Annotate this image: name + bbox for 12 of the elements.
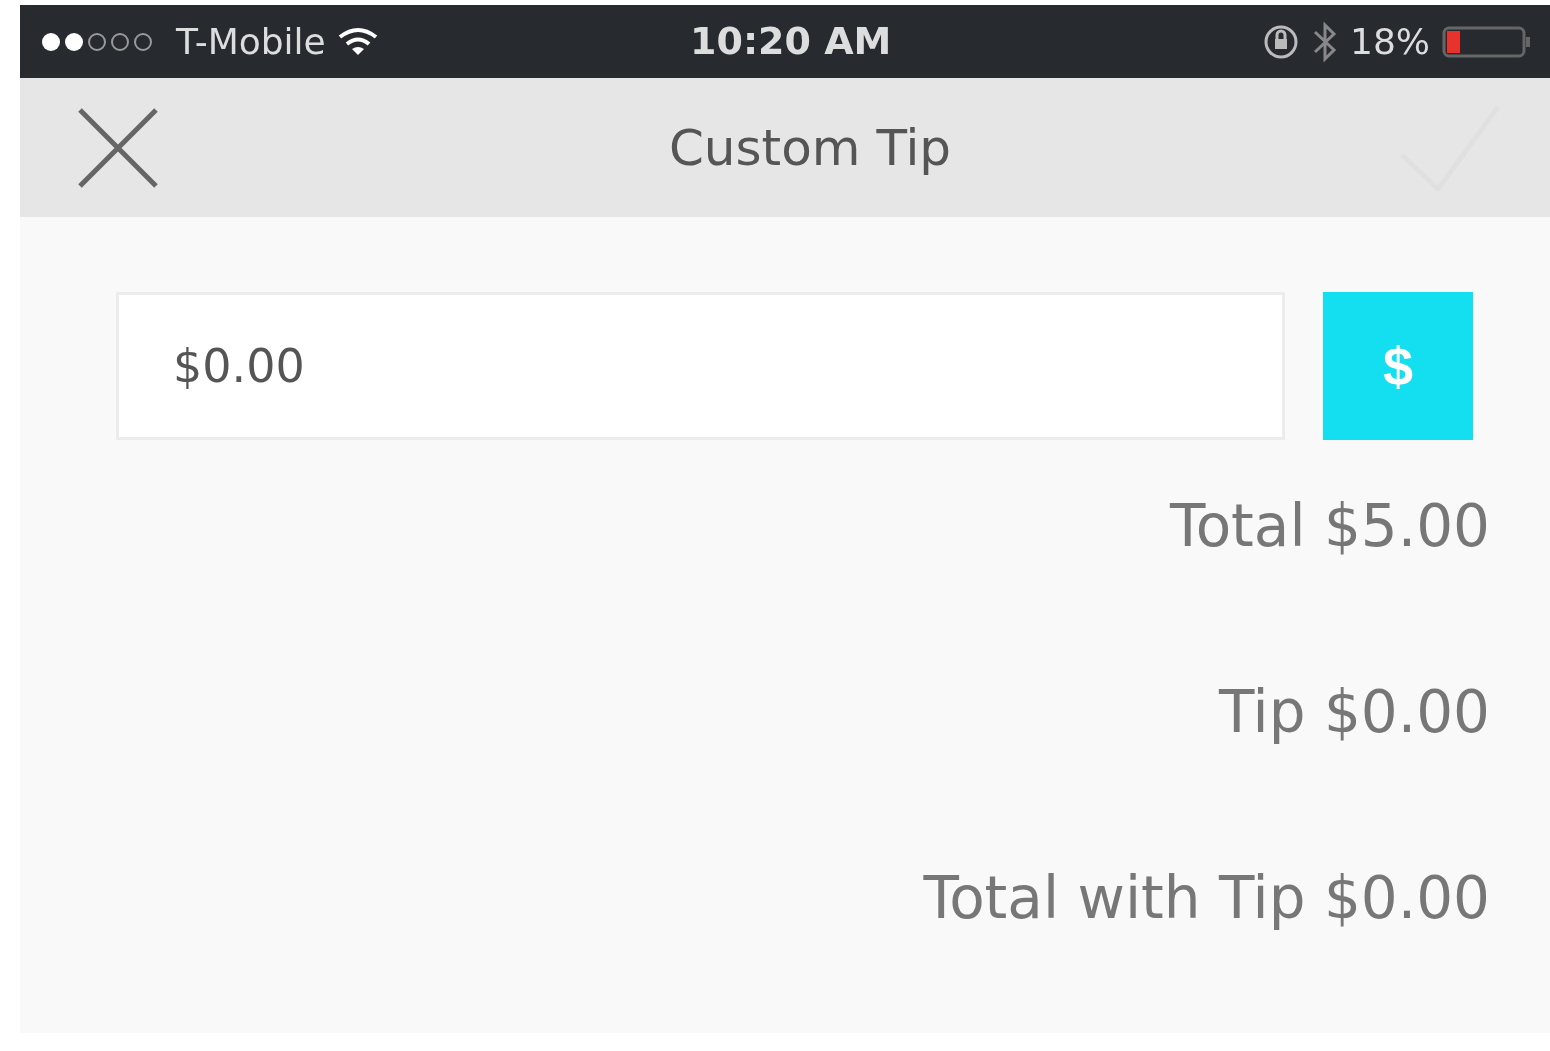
summary-line: Tip $0.00 [1218, 678, 1490, 746]
close-button[interactable] [76, 105, 160, 190]
battery-percent: 18% [1350, 21, 1430, 62]
screen-title: Custom Tip [668, 118, 952, 177]
bluetooth-icon [1312, 19, 1338, 64]
tip-amount-field[interactable]: $0.00 [116, 292, 1285, 440]
wifi-icon [337, 26, 378, 57]
summary-line: Total with Tip $0.00 [923, 864, 1490, 932]
carrier-name: T-Mobile [176, 21, 326, 62]
battery-icon [1442, 24, 1532, 59]
summary-line: Total $5.00 [1170, 492, 1490, 560]
clock-time: 10:20 AM [690, 19, 892, 63]
